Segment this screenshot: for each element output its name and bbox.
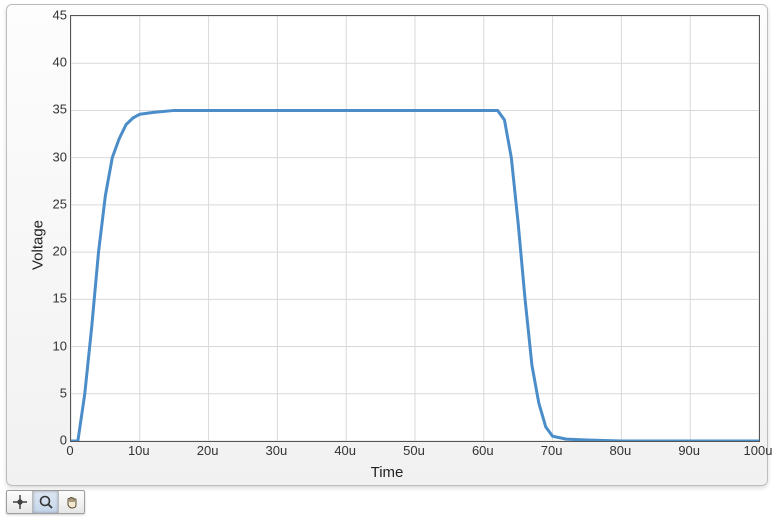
y-tick-label: 45	[37, 8, 67, 23]
crosshair-icon	[12, 494, 28, 510]
x-tick-label: 30u	[256, 443, 296, 458]
x-tick-label: 50u	[394, 443, 434, 458]
y-tick-label: 15	[37, 291, 67, 306]
x-tick-label: 40u	[325, 443, 365, 458]
y-tick-label: 35	[37, 102, 67, 117]
x-tick-label: 60u	[463, 443, 503, 458]
chart-panel: 051015202530354045 010u20u30u40u50u60u70…	[6, 4, 768, 486]
x-tick-label: 90u	[669, 443, 709, 458]
x-axis-label: Time	[7, 464, 767, 481]
y-tick-label: 40	[37, 55, 67, 70]
zoom-tool-button[interactable]	[33, 491, 59, 513]
plot-area[interactable]	[70, 15, 760, 442]
y-tick-label: 25	[37, 196, 67, 211]
pan-hand-icon	[64, 494, 80, 510]
zoom-icon	[38, 494, 54, 510]
y-tick-label: 10	[37, 338, 67, 353]
pan-tool-button[interactable]	[59, 491, 84, 513]
cursor-tool-button[interactable]	[7, 491, 33, 513]
x-tick-label: 10u	[119, 443, 159, 458]
graph-toolbar	[6, 490, 85, 514]
x-tick-label: 70u	[532, 443, 572, 458]
x-tick-label: 0	[50, 443, 90, 458]
y-tick-label: 5	[37, 385, 67, 400]
y-axis-label: Voltage	[30, 220, 47, 270]
x-tick-label: 20u	[188, 443, 228, 458]
plot-svg	[71, 16, 759, 441]
x-tick-label: 80u	[600, 443, 640, 458]
y-tick-label: 30	[37, 149, 67, 164]
x-tick-label: 100u	[738, 443, 778, 458]
